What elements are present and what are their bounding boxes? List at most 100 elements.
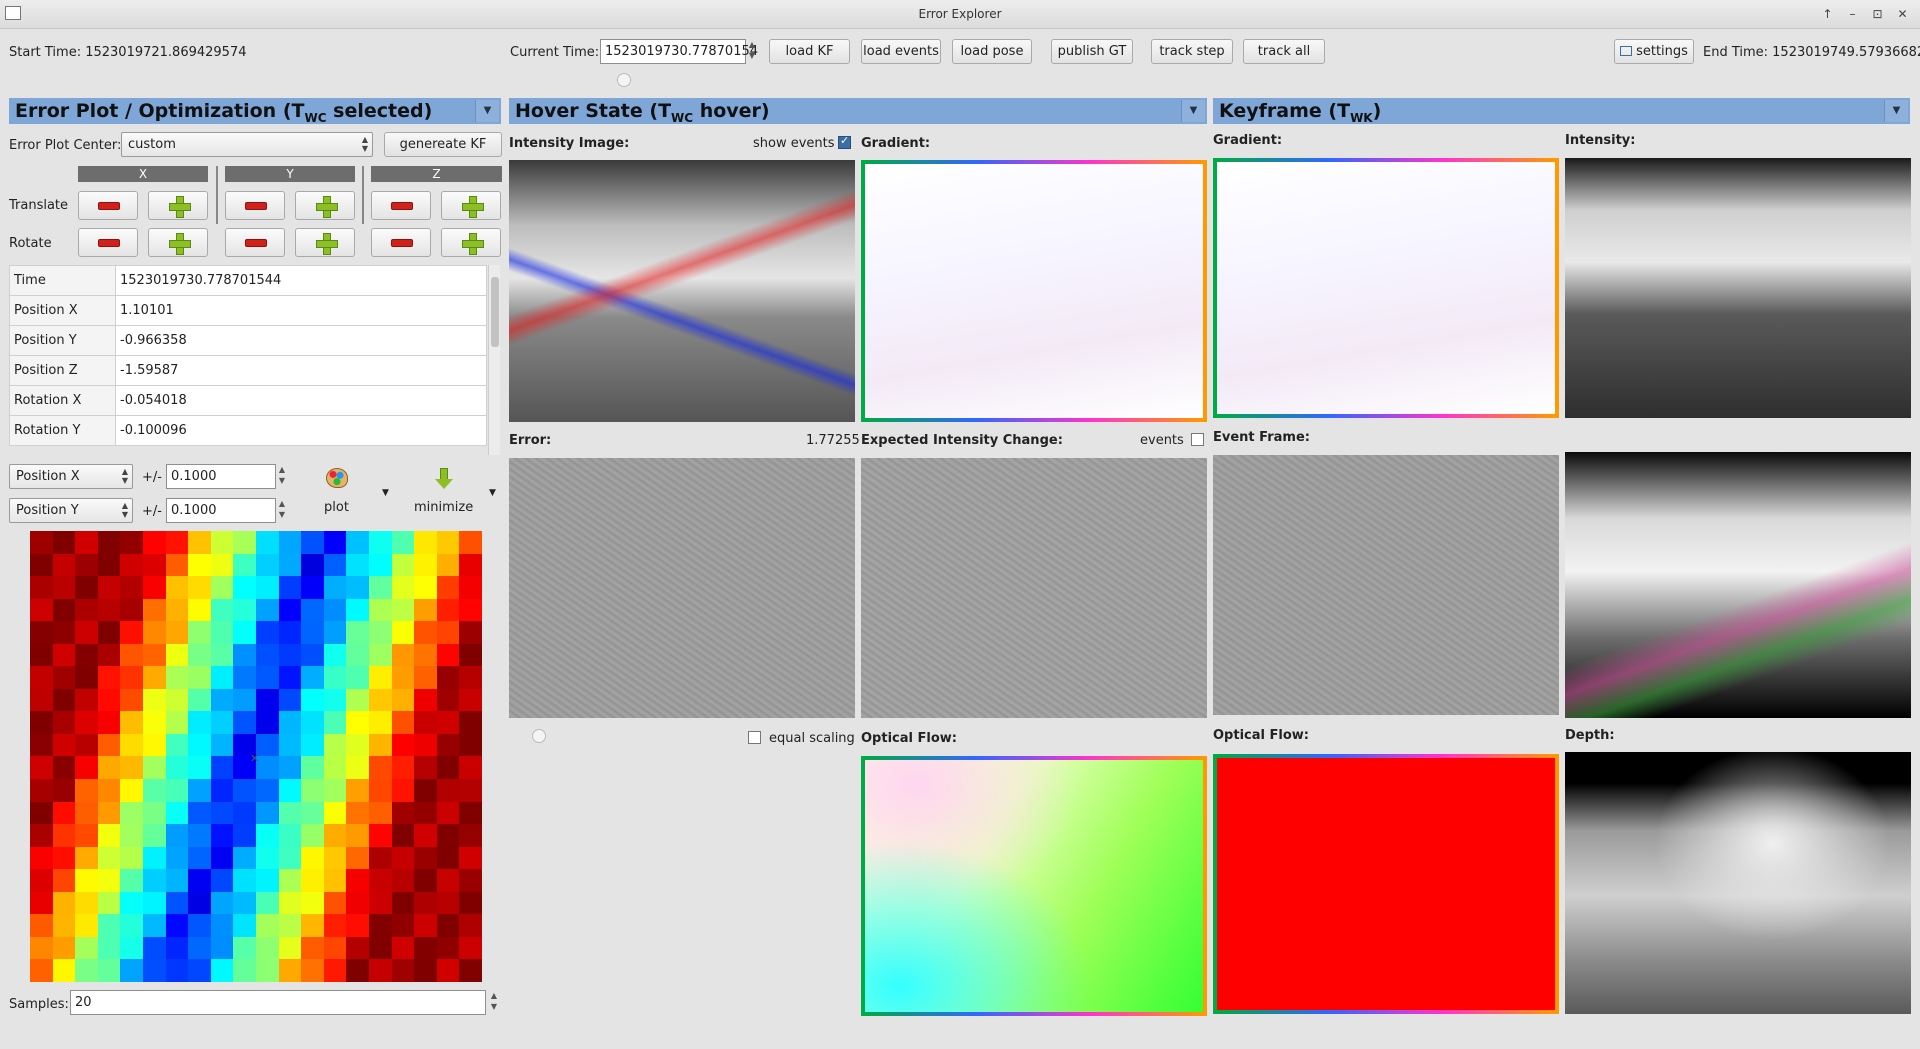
- pose-table-scrollbar[interactable]: [488, 265, 500, 455]
- translate-x-minus-button[interactable]: [78, 191, 138, 220]
- rotate-x-plus-button[interactable]: [148, 228, 208, 257]
- plot-button[interactable]: plot: [316, 464, 356, 524]
- heatmap-cell: [210, 846, 234, 870]
- heatmap-cell: [75, 688, 98, 712]
- hover-slider-handle[interactable]: [532, 729, 546, 743]
- heatmap-cell: [414, 733, 437, 757]
- hover-optical-flow-image[interactable]: [861, 756, 1207, 1016]
- keep-above-icon[interactable]: ↑: [1818, 5, 1837, 23]
- rotate-x-minus-button[interactable]: [78, 228, 138, 257]
- heatmap-cell: [120, 779, 143, 802]
- rotate-y-minus-button[interactable]: [225, 228, 285, 257]
- prop-value[interactable]: 1.10101: [115, 295, 487, 326]
- prop-value[interactable]: -1.59587: [115, 355, 487, 386]
- show-events-checkbox[interactable]: [838, 134, 851, 149]
- heatmap-cell: [459, 711, 482, 734]
- heatmap-cell: [143, 959, 166, 982]
- heatmap-cell: [188, 666, 211, 689]
- samples-input[interactable]: 20: [70, 990, 486, 1015]
- track-all-button[interactable]: track all: [1243, 39, 1325, 64]
- heatmap-cell: [391, 531, 415, 554]
- current-time-input[interactable]: 1523019730.77870154: [600, 39, 758, 64]
- heatmap-cell: [414, 553, 437, 577]
- heatmap-cell: [97, 891, 121, 915]
- hover-state-dropdown[interactable]: ▼: [1181, 100, 1205, 122]
- range1-input[interactable]: 0.1000: [166, 464, 276, 489]
- translate-y-minus-button[interactable]: [225, 191, 285, 220]
- param1-select[interactable]: Position X ▲ ▼: [9, 464, 133, 489]
- heatmap-cell: [210, 733, 234, 757]
- error-plot-subscript: WC: [304, 110, 327, 125]
- prop-value[interactable]: -0.100096: [115, 415, 487, 446]
- heatmap-cell: [459, 666, 482, 689]
- generate-kf-button[interactable]: genereate KF: [384, 132, 502, 157]
- heatmap-cell: [188, 801, 211, 825]
- heatmap-cell: [369, 643, 392, 667]
- heatmap-cell: [233, 824, 256, 847]
- hover-intensity-image[interactable]: [509, 160, 855, 422]
- rotate-z-plus-button[interactable]: [441, 228, 501, 257]
- kf-gradient-image[interactable]: [1213, 158, 1559, 418]
- time-slider-handle[interactable]: [617, 73, 631, 87]
- events-checkbox[interactable]: [1191, 433, 1204, 446]
- kf-rgb-image[interactable]: [1565, 452, 1911, 718]
- heatmap-cell: [323, 936, 347, 960]
- hover-optical-flow-label: Optical Flow:: [861, 731, 957, 746]
- heatmap-cell: [97, 936, 121, 960]
- heatmap-cell: [391, 666, 415, 689]
- heatmap-cell: [165, 531, 189, 554]
- expected-change-image[interactable]: [861, 458, 1207, 718]
- heatmap-cell: [436, 688, 460, 712]
- kf-intensity-image[interactable]: [1565, 158, 1911, 418]
- publish-gt-button[interactable]: publish GT: [1051, 39, 1133, 64]
- maximize-icon[interactable]: ⊡: [1868, 5, 1887, 23]
- rotate-y-plus-button[interactable]: [295, 228, 355, 257]
- plot-center-select[interactable]: custom ▲ ▼: [121, 132, 373, 157]
- heatmap-cell: [52, 531, 76, 554]
- prop-value[interactable]: 1523019730.778701544: [115, 265, 487, 296]
- error-image[interactable]: [509, 458, 855, 718]
- heatmap-cell: [210, 531, 234, 554]
- translate-y-plus-button[interactable]: [295, 191, 355, 220]
- hover-gradient-image[interactable]: [861, 160, 1207, 422]
- range2-input[interactable]: 0.1000: [166, 498, 276, 523]
- translate-z-plus-button[interactable]: [441, 191, 501, 220]
- close-icon[interactable]: ✕: [1893, 5, 1912, 23]
- translate-z-minus-button[interactable]: [371, 191, 431, 220]
- event-frame-image[interactable]: [1213, 455, 1559, 715]
- current-time-spinner[interactable]: ▲ ▼: [746, 39, 758, 61]
- equal-scaling-checkbox[interactable]: [748, 731, 761, 744]
- heatmap-cell: [97, 959, 121, 982]
- translate-x-plus-button[interactable]: [148, 191, 208, 220]
- load-kf-button[interactable]: load KF: [769, 39, 850, 64]
- plot-menu-arrow-icon[interactable]: ▼: [382, 488, 389, 498]
- minimize-button[interactable]: minimize: [412, 464, 478, 524]
- heatmap-cell: [369, 688, 392, 712]
- track-step-button[interactable]: track step: [1151, 39, 1233, 64]
- rotate-z-minus-button[interactable]: [371, 228, 431, 257]
- heatmap-cell: [323, 688, 347, 712]
- error-plot-dropdown[interactable]: ▼: [475, 100, 499, 122]
- heatmap-cell: [391, 779, 415, 802]
- param2-select[interactable]: Position Y ▲ ▼: [9, 498, 133, 523]
- minimize-icon[interactable]: –: [1843, 5, 1862, 23]
- heatmap-cell: [165, 891, 189, 915]
- prop-value[interactable]: -0.054018: [115, 385, 487, 416]
- heatmap-cell: [346, 688, 369, 712]
- kf-optical-flow-image[interactable]: [1213, 754, 1559, 1014]
- load-events-button[interactable]: load events: [861, 39, 941, 64]
- heatmap-cell: [369, 621, 392, 644]
- range2-spinner[interactable]: ▲ ▼: [276, 498, 288, 520]
- keyframe-dropdown[interactable]: ▼: [1884, 100, 1908, 122]
- settings-button[interactable]: settings: [1614, 39, 1694, 64]
- depth-image[interactable]: [1565, 752, 1911, 1014]
- minimize-menu-arrow-icon[interactable]: ▼: [489, 488, 496, 498]
- heatmap-cell: [75, 936, 98, 960]
- prop-value[interactable]: -0.966358: [115, 325, 487, 356]
- heatmap-cell: [75, 779, 98, 802]
- range1-spinner[interactable]: ▲ ▼: [276, 464, 288, 486]
- heatmap-cell: [188, 846, 211, 870]
- scrollbar-thumb[interactable]: [491, 277, 499, 347]
- load-pose-button[interactable]: load pose: [952, 39, 1032, 64]
- samples-spinner[interactable]: ▲ ▼: [488, 990, 500, 1012]
